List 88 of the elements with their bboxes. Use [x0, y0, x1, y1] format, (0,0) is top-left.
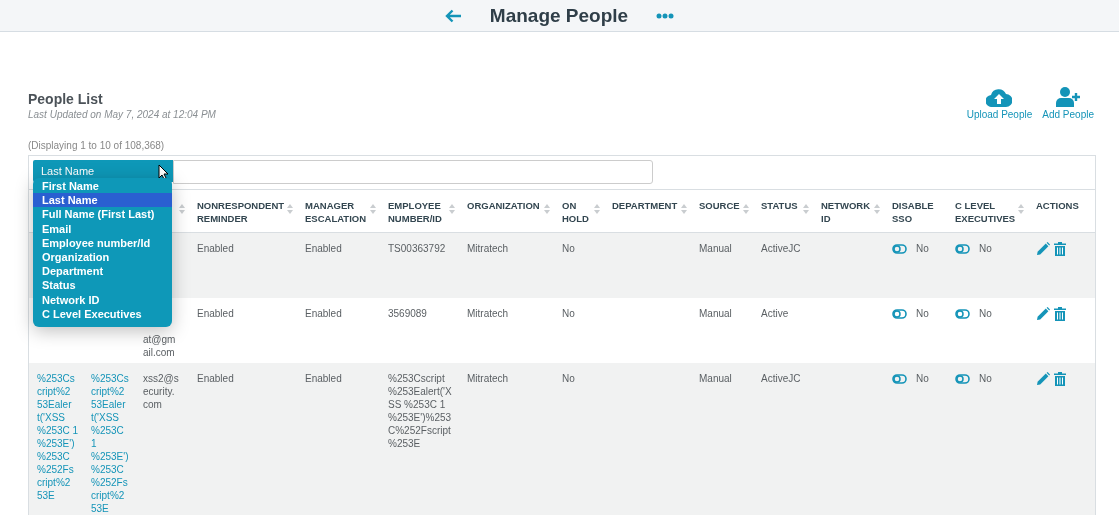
sort-icon[interactable]	[874, 204, 880, 214]
column-header: ORGANIZATION	[467, 199, 540, 212]
column-header: SOURCE	[699, 199, 740, 212]
table-cell-text: Enabled	[197, 307, 235, 320]
add-button[interactable]: Add People	[1042, 87, 1094, 120]
sort-icon[interactable]	[287, 204, 293, 214]
trash-icon[interactable]	[1054, 372, 1066, 386]
dropdown-option[interactable]: Full Name (First Last)	[33, 207, 172, 222]
column-header: EMPLOYEE NUMBER/ID	[388, 199, 443, 225]
toggle-icon[interactable]	[955, 308, 970, 319]
pencil-icon[interactable]	[1036, 242, 1050, 256]
sso-value: No	[979, 307, 992, 320]
column-header: DEPARTMENT	[612, 199, 678, 212]
table-cell-text: No	[562, 307, 576, 320]
table-cell-text: Enabled	[305, 372, 343, 385]
sort-icon[interactable]	[594, 204, 600, 214]
last-updated: Last Updated on May 7, 2024 at 12:04 PM	[28, 109, 216, 120]
sort-icon[interactable]	[1018, 204, 1024, 214]
table-cell-text: Enabled	[197, 372, 235, 385]
sort-icon[interactable]	[179, 204, 185, 214]
dropdown-option[interactable]: First Name	[33, 179, 172, 194]
table-cell-text: Enabled	[305, 242, 343, 255]
sso-value: No	[916, 242, 929, 255]
dropdown-option[interactable]: C Level Executives	[33, 306, 172, 322]
column-header: ACTIONS	[1036, 199, 1079, 212]
toggle-icon[interactable]	[892, 308, 907, 319]
sort-icon[interactable]	[544, 204, 550, 214]
dropdown-option[interactable]: Network ID	[33, 292, 172, 307]
column-header: ON HOLD	[562, 199, 590, 225]
dropdown-option[interactable]: Last Name	[33, 193, 172, 208]
sort-icon[interactable]	[370, 204, 376, 214]
sso-value: No	[979, 372, 992, 385]
dropdown-option[interactable]: Email	[33, 221, 172, 236]
dropdown-option[interactable]: Organization	[33, 250, 172, 265]
toggle-icon[interactable]	[892, 373, 907, 384]
table-cell-text: No	[562, 372, 576, 385]
column-header: STATUS	[761, 199, 798, 212]
displaying-count: (Displaying 1 to 10 of 108,368)	[28, 140, 166, 151]
column-header: MANAGER ESCALATION	[305, 199, 368, 225]
column-header: NONRESPONDENT REMINDER	[197, 199, 285, 225]
table-cell-text: No	[562, 242, 576, 255]
dropdown-option[interactable]: Status	[33, 278, 172, 293]
table-cell-text: 3569089	[388, 307, 428, 320]
table-cell-text: Manual	[699, 372, 733, 385]
table-cell-text: xss2@s ecurity. com	[143, 372, 180, 411]
add-person-icon	[1055, 87, 1082, 107]
column-header: DISABLE SSO	[892, 199, 935, 225]
toggle-icon[interactable]	[955, 243, 970, 254]
back-arrow-icon[interactable]	[444, 8, 462, 23]
trash-icon[interactable]	[1054, 307, 1066, 321]
table-cell-text: ActiveJC	[761, 372, 802, 385]
dropdown-option[interactable]: Employee number/Id	[33, 235, 172, 250]
table-cell-text: Manual	[699, 242, 733, 255]
upload-button[interactable]: Upload People	[966, 88, 1033, 120]
pencil-icon[interactable]	[1036, 307, 1050, 321]
page-title: Manage People	[489, 4, 629, 27]
sort-icon[interactable]	[681, 204, 687, 214]
table-cell-text: ActiveJC	[761, 242, 802, 255]
list-title: People List	[28, 91, 104, 107]
table-cell-text: Mitratech	[467, 307, 510, 320]
table-cell-text: Manual	[699, 307, 733, 320]
sso-value: No	[916, 307, 929, 320]
table-cell-text: Enabled	[197, 242, 235, 255]
name-link[interactable]: %253Cs cript%2 53Ealer t('XSS %253C 1 %253E') %253C %252Fs cript%2 53E	[91, 372, 131, 515]
dropdown-option[interactable]: Department	[33, 264, 172, 279]
search-field[interactable]	[173, 160, 653, 184]
column-header: C LEVEL EXECUTIVES	[955, 199, 1016, 225]
table-cell-text: at@gm ail.com	[143, 333, 177, 359]
sort-icon[interactable]	[803, 204, 809, 214]
more-icon[interactable]	[656, 12, 675, 19]
column-header: NETWORK ID	[821, 199, 872, 225]
cloud-upload-icon	[986, 88, 1013, 107]
trash-icon[interactable]	[1054, 242, 1066, 256]
name-link[interactable]: %253Cs cript%2 53Ealer t('XSS %253C 1 %253E') %253C %252Fs cript%2 53E	[37, 372, 79, 502]
table-cell-text: %253Cscript %253Ealert('X SS %253C 1 %253E')%253 C%252Fscript %253E	[388, 372, 453, 450]
cursor-icon	[158, 164, 169, 181]
sso-value: No	[916, 372, 929, 385]
table-cell-text: TS00363792	[388, 242, 447, 255]
table-cell-text: Enabled	[305, 307, 343, 320]
toggle-icon[interactable]	[892, 243, 907, 254]
sort-icon[interactable]	[449, 204, 455, 214]
pencil-icon[interactable]	[1036, 372, 1050, 386]
table-cell-text: Mitratech	[467, 372, 510, 385]
sso-value: No	[979, 242, 992, 255]
table-cell-text: Mitratech	[467, 242, 510, 255]
sort-icon[interactable]	[743, 204, 749, 214]
table-cell-text: Active	[761, 307, 790, 320]
toggle-icon[interactable]	[955, 373, 970, 384]
